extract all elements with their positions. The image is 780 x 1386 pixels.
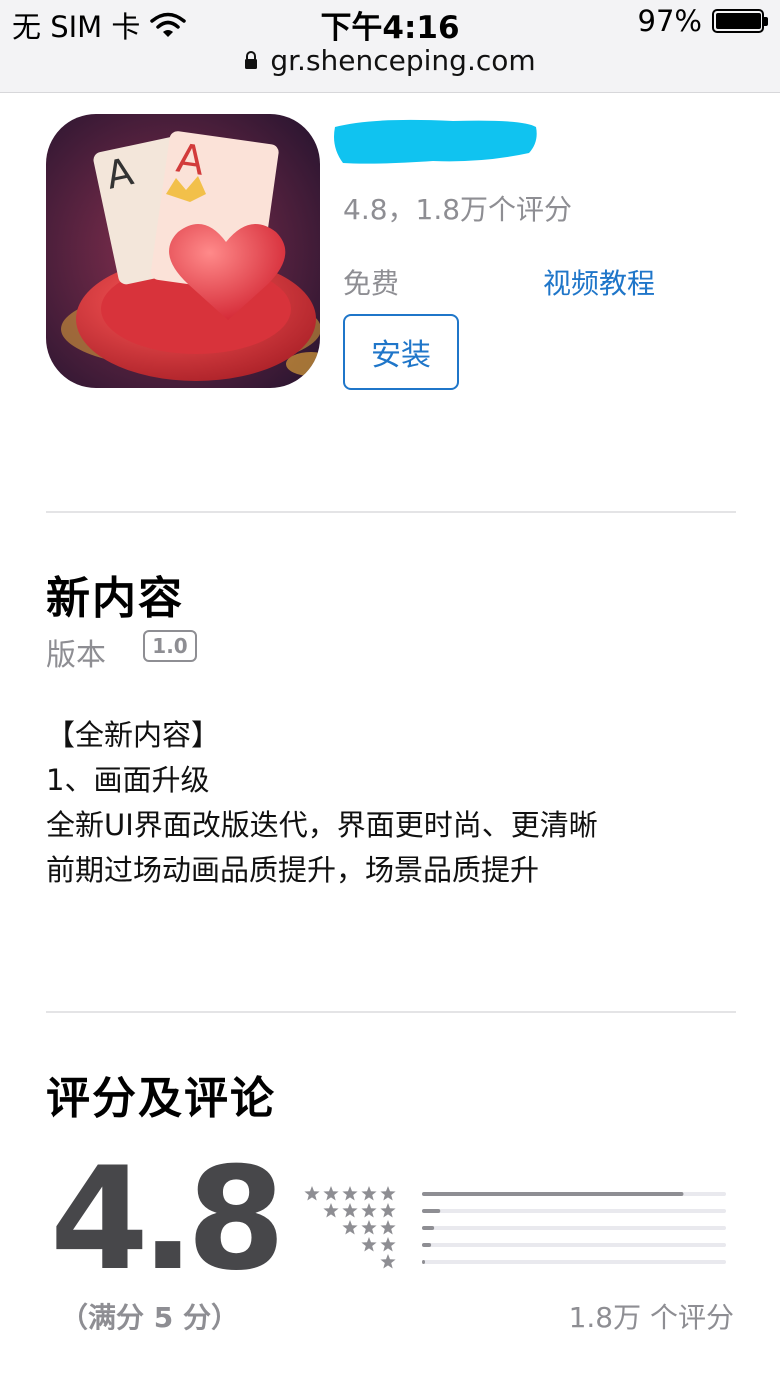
- rating-bar-track: [422, 1243, 726, 1247]
- star-icon: [361, 1220, 377, 1235]
- star-icon: [380, 1237, 396, 1252]
- app-rating-summary: 4.8，1.8万个评分: [343, 193, 573, 226]
- rating-bar-3-star: [422, 1226, 435, 1230]
- rating-bar-2-star: [422, 1243, 432, 1247]
- release-note-line: 【全新内容】: [46, 718, 221, 752]
- battery-percent: 97%: [637, 4, 702, 38]
- url-bar[interactable]: gr.shenceping.com: [0, 44, 780, 77]
- app-price: 免费: [343, 267, 400, 300]
- browser-top-bar: 无 SIM 卡 下午4:16 97% gr.shenceping.com: [0, 0, 780, 93]
- star-icon: [323, 1203, 339, 1218]
- lock-icon: [245, 51, 258, 69]
- star-icon: [361, 1186, 377, 1201]
- star-icon: [380, 1254, 396, 1269]
- app-icon[interactable]: A A: [46, 114, 320, 388]
- star-icon: [380, 1203, 396, 1218]
- battery-icon: [712, 9, 768, 33]
- release-note-line: 全新UI界面改版迭代，界面更时尚、更清晰: [46, 808, 598, 842]
- release-note-line: 1、画面升级: [46, 763, 210, 797]
- star-icon: [380, 1186, 396, 1201]
- divider: [46, 1011, 736, 1013]
- star-icon: [342, 1220, 358, 1235]
- install-button[interactable]: 安装: [343, 314, 459, 390]
- status-right: 97%: [637, 4, 768, 38]
- rating-bar-5-star: [422, 1192, 684, 1196]
- rating-bar-1-star: [422, 1260, 426, 1264]
- release-note-line: 前期过场动画品质提升，场景品质提升: [46, 853, 540, 887]
- rating-bar-track: [422, 1260, 726, 1264]
- star-icon: [304, 1186, 320, 1201]
- ratings-count: 1.8万 个评分: [568, 1301, 734, 1334]
- average-rating: 4.8: [50, 1137, 286, 1302]
- version-badge: 1.0: [143, 630, 197, 662]
- whats-new-title: 新内容: [46, 573, 184, 624]
- rating-bar-4-star: [422, 1209, 441, 1213]
- url-text: gr.shenceping.com: [270, 44, 536, 77]
- ratings-title: 评分及评论: [46, 1073, 276, 1124]
- star-icon: [361, 1237, 377, 1252]
- star-icon: [342, 1186, 358, 1201]
- rating-scale-note: （满分 5 分）: [60, 1301, 239, 1334]
- release-notes: 【全新内容】 1、画面升级 全新UI界面改版迭代，界面更时尚、更清晰 前期过场动…: [46, 713, 598, 893]
- rating-histogram: [304, 1186, 726, 1269]
- star-icon: [361, 1203, 377, 1218]
- rating-bar-track: [422, 1226, 726, 1230]
- poker-cards-icon: A A: [46, 114, 320, 388]
- star-icon: [323, 1186, 339, 1201]
- redacted-app-name: [334, 119, 537, 164]
- version-label: 版本: [46, 638, 106, 673]
- rating-bar-track: [422, 1209, 726, 1213]
- video-tutorial-link[interactable]: 视频教程: [543, 262, 655, 302]
- divider: [46, 511, 736, 513]
- star-icon: [342, 1203, 358, 1218]
- star-icon: [380, 1220, 396, 1235]
